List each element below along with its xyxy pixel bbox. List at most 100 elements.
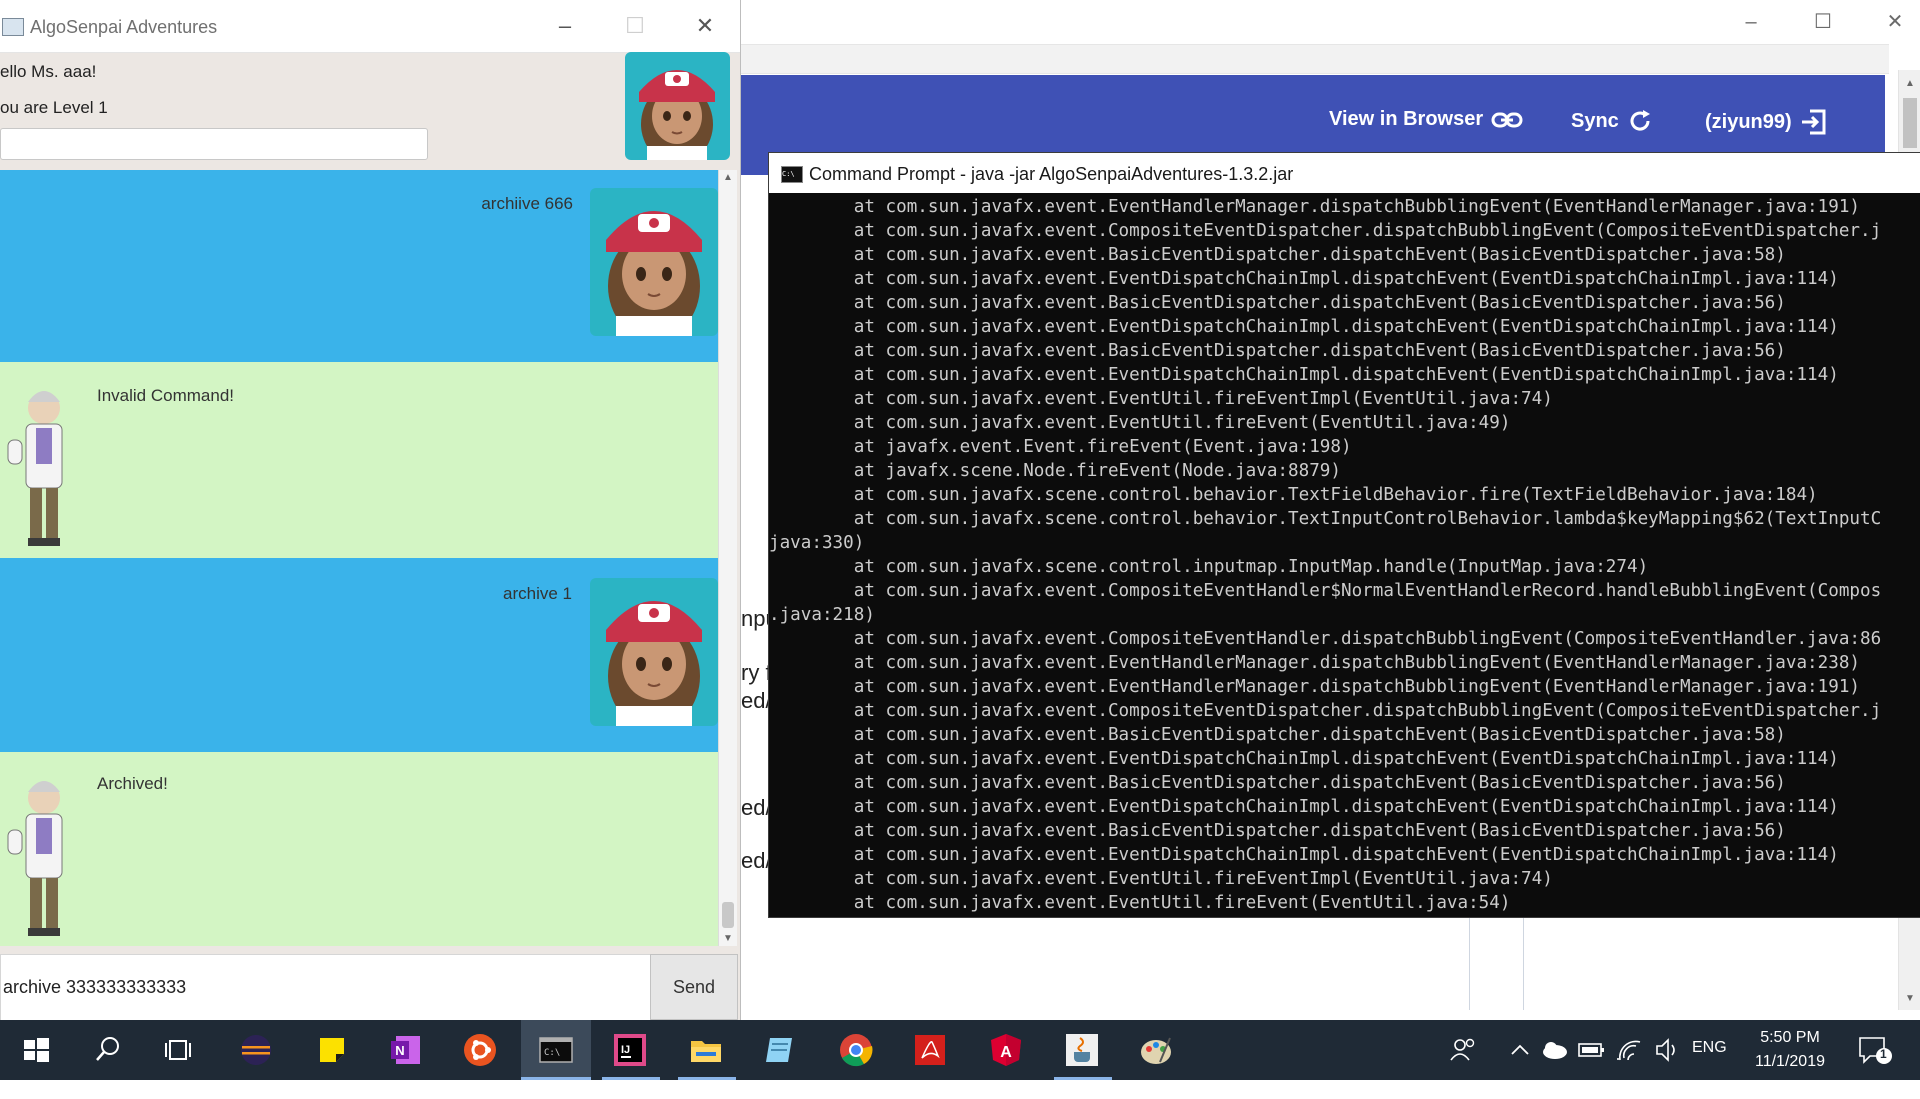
wifi-icon[interactable]: [1614, 1034, 1650, 1070]
console-line: at com.sun.javafx.event.EventDispatchCha…: [769, 749, 1839, 769]
angular-icon[interactable]: A: [988, 1032, 1024, 1068]
notification-center-icon[interactable]: 1: [1856, 1032, 1892, 1068]
chrome-icon[interactable]: [838, 1032, 874, 1068]
message-text: archive 1: [503, 584, 572, 603]
window-title: AlgoSenpai Adventures: [30, 17, 218, 37]
notification-count: 1: [1880, 1047, 1887, 1061]
sync-link[interactable]: Sync: [1571, 108, 1653, 134]
view-in-browser-label: View in Browser: [1329, 108, 1484, 130]
console-line: at com.sun.javafx.event.EventUtil.fireEv…: [769, 869, 1553, 889]
background-text-fragment: ed/: [741, 688, 772, 713]
top-text-field[interactable]: [0, 128, 428, 160]
message-list-scrollbar[interactable]: ▲ ▼: [718, 170, 737, 946]
volume-icon[interactable]: [1652, 1034, 1688, 1070]
scroll-up-arrow-icon[interactable]: ▲: [1905, 78, 1915, 89]
language-indicator[interactable]: ENG: [1692, 1039, 1727, 1099]
view-in-browser-link[interactable]: View in Browser: [1329, 108, 1523, 131]
console-output[interactable]: at com.sun.javafx.event.EventHandlerMana…: [769, 195, 1920, 915]
console-line: at com.sun.javafx.event.EventUtil.fireEv…: [769, 413, 1511, 433]
console-line: at com.sun.javafx.event.EventUtil.fireEv…: [769, 389, 1553, 409]
professor-avatar: [0, 770, 80, 940]
svg-text:C:\: C:\: [544, 1048, 560, 1058]
svg-text:A: A: [1000, 1044, 1012, 1061]
scroll-down-arrow-icon[interactable]: ▼: [1905, 993, 1915, 1004]
level-text: ou are Level 1: [0, 98, 108, 117]
console-line: .java:218): [769, 605, 875, 625]
maximize-button[interactable]: ☐: [615, 12, 655, 40]
minimize-button[interactable]: –: [1731, 8, 1771, 36]
user-message: archive 1: [0, 558, 718, 752]
background-text-fragment: ed/: [741, 795, 772, 820]
battery-icon[interactable]: [1576, 1034, 1612, 1070]
java-icon[interactable]: [1064, 1032, 1100, 1068]
console-line: at com.sun.javafx.event.CompositeEventDi…: [769, 221, 1882, 241]
console-line: at com.sun.javafx.event.CompositeEventHa…: [769, 629, 1882, 649]
notepad-icon[interactable]: [762, 1032, 798, 1068]
acrobat-icon[interactable]: [912, 1032, 948, 1068]
intellij-icon[interactable]: IJ: [612, 1032, 648, 1068]
console-line: at com.sun.javafx.event.CompositeEventDi…: [769, 701, 1882, 721]
console-line: at com.sun.javafx.event.CompositeEventHa…: [769, 581, 1882, 601]
command-prompt-icon: C:\: [781, 166, 803, 183]
message-list[interactable]: archiive 666 Invalid Command! archive 1 …: [0, 170, 718, 946]
svg-text:IJ: IJ: [621, 1044, 630, 1056]
player-avatar: [590, 188, 718, 336]
sync-icon: [1630, 110, 1650, 131]
chat-input-value: archive 333333333333: [3, 977, 187, 997]
paint-icon[interactable]: [1138, 1032, 1174, 1068]
ubuntu-icon[interactable]: [462, 1032, 498, 1068]
greeting-text: ello Ms. aaa!: [0, 62, 97, 81]
eclipse-icon[interactable]: [238, 1032, 274, 1068]
scrollbar-thumb[interactable]: [722, 902, 734, 928]
scrollbar-thumb[interactable]: [1903, 98, 1917, 148]
scroll-up-arrow-icon[interactable]: ▲: [719, 172, 737, 183]
command-prompt-window: C:\ Command Prompt - java -jar AlgoSenpa…: [768, 152, 1920, 918]
console-line: at javafx.event.Event.fireEvent(Event.ja…: [769, 437, 1352, 457]
maximize-button[interactable]: ☐: [1803, 8, 1843, 36]
command-prompt-icon[interactable]: C:\: [538, 1032, 574, 1068]
send-button[interactable]: Send: [650, 954, 738, 1020]
console-line: at javafx.scene.Node.fireEvent(Node.java…: [769, 461, 1341, 481]
sync-label: Sync: [1571, 109, 1619, 132]
task-view-icon[interactable]: [160, 1032, 196, 1068]
onedrive-cloud-icon[interactable]: [1538, 1034, 1574, 1070]
bot-message: Invalid Command!: [0, 362, 718, 558]
console-line: at com.sun.javafx.event.BasicEventDispat…: [769, 293, 1786, 313]
windows-start-icon[interactable]: [18, 1032, 54, 1068]
message-text: Archived!: [97, 774, 168, 793]
scroll-down-arrow-icon[interactable]: ▼: [719, 933, 737, 944]
background-text-fragment: ry f: [741, 660, 772, 685]
account-logout-link[interactable]: (ziyun99): [1705, 108, 1828, 136]
console-line: at com.sun.javafx.scene.control.behavior…: [769, 485, 1818, 505]
clock-time: 5:50 PM: [1760, 1029, 1820, 1046]
onenote-icon[interactable]: N: [388, 1032, 424, 1068]
people-icon[interactable]: [1448, 1034, 1484, 1070]
console-line: at com.sun.javafx.event.EventDispatchCha…: [769, 269, 1839, 289]
console-line: at com.sun.javafx.event.EventUtil.fireEv…: [769, 893, 1511, 913]
console-line: at com.sun.javafx.scene.control.behavior…: [769, 509, 1882, 529]
background-toolbar: [741, 44, 1889, 74]
clock[interactable]: 5:50 PM 11/1/2019: [1735, 1026, 1845, 1074]
minimize-button[interactable]: –: [545, 12, 585, 40]
console-line: at com.sun.javafx.event.EventHandlerMana…: [769, 197, 1861, 217]
chat-window-titlebar: AlgoSenpai Adventures – ☐ ✕: [0, 0, 740, 53]
chat-input-field[interactable]: archive 333333333333: [0, 954, 652, 1022]
bot-message: Archived!: [0, 752, 718, 946]
message-text: archiive 666: [481, 194, 573, 213]
taskbar: N C:\ IJ A ENG 5:50 PM 11/1/2019 1: [0, 1020, 1920, 1080]
window-title: Command Prompt - java -jar AlgoSenpaiAdv…: [809, 164, 1294, 184]
console-line: at com.sun.javafx.event.EventHandlerMana…: [769, 677, 1861, 697]
console-line: at com.sun.javafx.event.EventDispatchCha…: [769, 317, 1839, 337]
search-icon[interactable]: [90, 1032, 126, 1068]
file-explorer-icon[interactable]: [688, 1032, 724, 1068]
sticky-notes-icon[interactable]: [314, 1032, 350, 1068]
link-icon: [1491, 112, 1523, 127]
console-line: at com.sun.javafx.event.EventDispatchCha…: [769, 845, 1839, 865]
console-line: at com.sun.javafx.event.EventDispatchCha…: [769, 797, 1839, 817]
close-button[interactable]: ✕: [685, 12, 725, 40]
user-message: archiive 666: [0, 170, 718, 362]
logout-icon: [1801, 109, 1826, 135]
divider: [1523, 910, 1524, 1010]
console-line: at com.sun.javafx.event.BasicEventDispat…: [769, 245, 1786, 265]
close-button[interactable]: ✕: [1875, 8, 1915, 36]
